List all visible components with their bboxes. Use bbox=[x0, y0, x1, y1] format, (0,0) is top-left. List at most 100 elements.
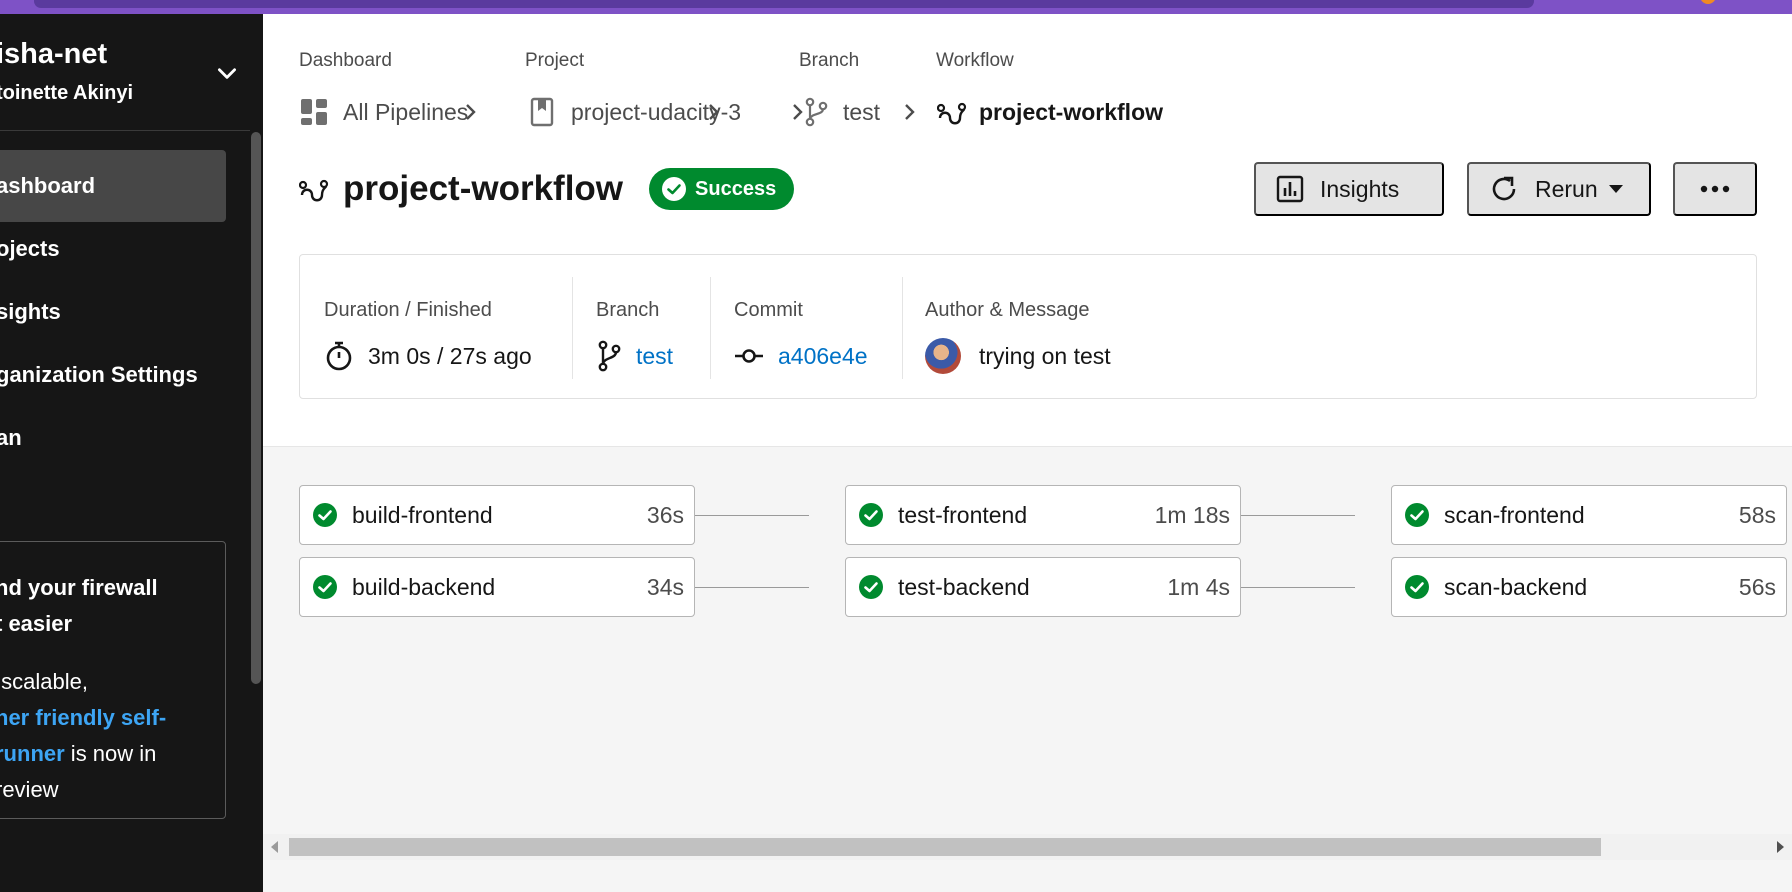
branch-label: Branch bbox=[596, 299, 660, 321]
sidebar-item-insights[interactable]: sights bbox=[0, 276, 226, 348]
duration-label: Duration / Finished bbox=[324, 299, 492, 321]
job-card-scan-backend[interactable]: scan-backend 56s bbox=[1391, 557, 1787, 617]
breadcrumb-branch[interactable]: test bbox=[803, 94, 880, 130]
job-name: scan-frontend bbox=[1444, 501, 1585, 528]
more-options-button[interactable] bbox=[1673, 162, 1757, 216]
breadcrumb-dashboard-label: Dashboard bbox=[299, 50, 392, 71]
promo-text: scalable, bbox=[0, 669, 88, 694]
extension-icon[interactable] bbox=[1700, 0, 1716, 4]
breadcrumb-all-pipelines[interactable]: All Pipelines bbox=[299, 94, 468, 130]
job-name: build-frontend bbox=[352, 501, 493, 528]
scroll-left-arrow[interactable] bbox=[271, 841, 278, 853]
more-icon bbox=[1700, 185, 1730, 193]
commit-icon bbox=[735, 349, 763, 363]
rerun-button[interactable]: Rerun bbox=[1467, 162, 1651, 216]
check-circle-icon bbox=[1405, 575, 1429, 599]
job-card-build-frontend[interactable]: build-frontend 36s bbox=[299, 485, 695, 545]
chart-icon bbox=[1276, 175, 1304, 203]
job-duration: 56s bbox=[1738, 573, 1776, 600]
author-label: Author & Message bbox=[925, 299, 1090, 321]
breadcrumb-text: test bbox=[843, 98, 881, 125]
promo-link-runner[interactable]: runner bbox=[0, 741, 65, 766]
browser-top-bar bbox=[0, 0, 1792, 14]
sidebar-item-label: ganization Settings bbox=[0, 362, 198, 387]
sidebar-item-dashboard[interactable]: ashboard bbox=[0, 150, 226, 222]
duration-value: 3m 0s / 27s ago bbox=[368, 342, 532, 369]
chevron-right-icon bbox=[709, 104, 719, 120]
breadcrumb-text: project-workflow bbox=[979, 98, 1164, 125]
commit-value-row: a406e4e bbox=[734, 339, 868, 373]
promo-text: is now in bbox=[64, 741, 157, 766]
job-card-test-frontend[interactable]: test-frontend 1m 18s bbox=[845, 485, 1241, 545]
commit-link[interactable]: a406e4e bbox=[778, 343, 868, 370]
breadcrumb-text: All Pipelines bbox=[343, 98, 469, 125]
chevron-down-icon[interactable] bbox=[214, 60, 240, 86]
breadcrumb-workflow-label: Workflow bbox=[936, 50, 1014, 71]
main-content: Dashboard Project Branch Workflow All Pi… bbox=[263, 14, 1792, 892]
chevron-right-icon bbox=[793, 104, 803, 120]
job-connector bbox=[1240, 587, 1355, 588]
job-connector bbox=[694, 587, 809, 588]
pipeline-graph: build-frontend 36s build-backend 34s tes… bbox=[263, 446, 1792, 892]
job-duration: 36s bbox=[646, 501, 684, 528]
workflow-info-card: Duration / Finished 3m 0s / 27s ago Bran… bbox=[299, 254, 1757, 399]
branch-link[interactable]: test bbox=[636, 343, 673, 370]
stopwatch-icon bbox=[326, 341, 352, 371]
sidebar-item-label: ojects bbox=[0, 236, 60, 261]
check-circle-icon bbox=[313, 575, 337, 599]
job-card-scan-frontend[interactable]: scan-frontend 58s bbox=[1391, 485, 1787, 545]
promo-card: nd your firewall t easier scalable, ner … bbox=[0, 541, 226, 819]
sidebar-item-label: sights bbox=[0, 299, 61, 324]
check-circle-icon bbox=[859, 575, 883, 599]
sidebar-item-label: an bbox=[0, 425, 22, 450]
org-name: isha-net bbox=[0, 38, 108, 70]
job-card-build-backend[interactable]: build-backend 34s bbox=[299, 557, 695, 617]
sidebar-scrollbar[interactable] bbox=[251, 132, 261, 684]
rerun-label: Rerun bbox=[1535, 175, 1598, 202]
commit-label: Commit bbox=[734, 299, 803, 321]
job-card-test-backend[interactable]: test-backend 1m 4s bbox=[845, 557, 1241, 617]
promo-text: review bbox=[0, 777, 59, 802]
sidebar-item-projects[interactable]: ojects bbox=[0, 213, 226, 285]
info-divider bbox=[902, 277, 903, 379]
job-connector bbox=[1240, 515, 1355, 516]
scroll-right-arrow[interactable] bbox=[1777, 841, 1784, 853]
breadcrumb-workflow: project-workflow bbox=[937, 94, 1163, 130]
check-circle-icon bbox=[313, 503, 337, 527]
workflow-icon bbox=[299, 179, 329, 202]
sidebar: isha-net toinette Akinyi ashboard ojects… bbox=[0, 14, 263, 892]
caret-down-icon bbox=[1608, 185, 1623, 193]
breadcrumb-branch-label: Branch bbox=[799, 50, 860, 71]
check-circle-icon bbox=[859, 503, 883, 527]
page-header: project-workflow Success bbox=[299, 164, 795, 214]
avatar[interactable] bbox=[925, 338, 961, 374]
scrollbar-thumb[interactable] bbox=[289, 838, 1601, 856]
job-name: build-backend bbox=[352, 573, 496, 600]
page-title: project-workflow bbox=[343, 169, 624, 208]
status-text: Success bbox=[695, 177, 777, 200]
job-duration: 1m 18s bbox=[1154, 501, 1230, 528]
insights-label: Insights bbox=[1320, 175, 1400, 202]
insights-button[interactable]: Insights bbox=[1254, 162, 1444, 216]
promo-body: scalable, ner friendly self- runner is n… bbox=[0, 664, 166, 808]
branch-icon bbox=[598, 340, 621, 372]
breadcrumb-project-label: Project bbox=[525, 50, 585, 71]
address-bar[interactable] bbox=[34, 0, 1534, 8]
chevron-right-icon bbox=[905, 104, 915, 120]
sidebar-item-organization-settings[interactable]: ganization Settings bbox=[0, 339, 226, 411]
promo-link[interactable]: ner friendly self- bbox=[0, 705, 166, 730]
job-connector bbox=[694, 515, 809, 516]
org-user-name: toinette Akinyi bbox=[0, 82, 134, 104]
info-divider bbox=[710, 277, 711, 379]
job-name: test-backend bbox=[898, 573, 1030, 600]
info-divider bbox=[572, 277, 573, 379]
dashboard-grid-icon bbox=[301, 99, 327, 125]
check-circle-icon bbox=[1405, 503, 1429, 527]
duration-value-row: 3m 0s / 27s ago bbox=[324, 339, 532, 373]
sidebar-item-plan[interactable]: an bbox=[0, 402, 226, 474]
job-duration: 1m 4s bbox=[1167, 573, 1230, 600]
promo-title: nd your firewall t easier bbox=[0, 575, 158, 636]
job-name: test-frontend bbox=[898, 501, 1028, 528]
horizontal-scrollbar[interactable] bbox=[263, 834, 1792, 860]
job-duration: 58s bbox=[1738, 501, 1776, 528]
